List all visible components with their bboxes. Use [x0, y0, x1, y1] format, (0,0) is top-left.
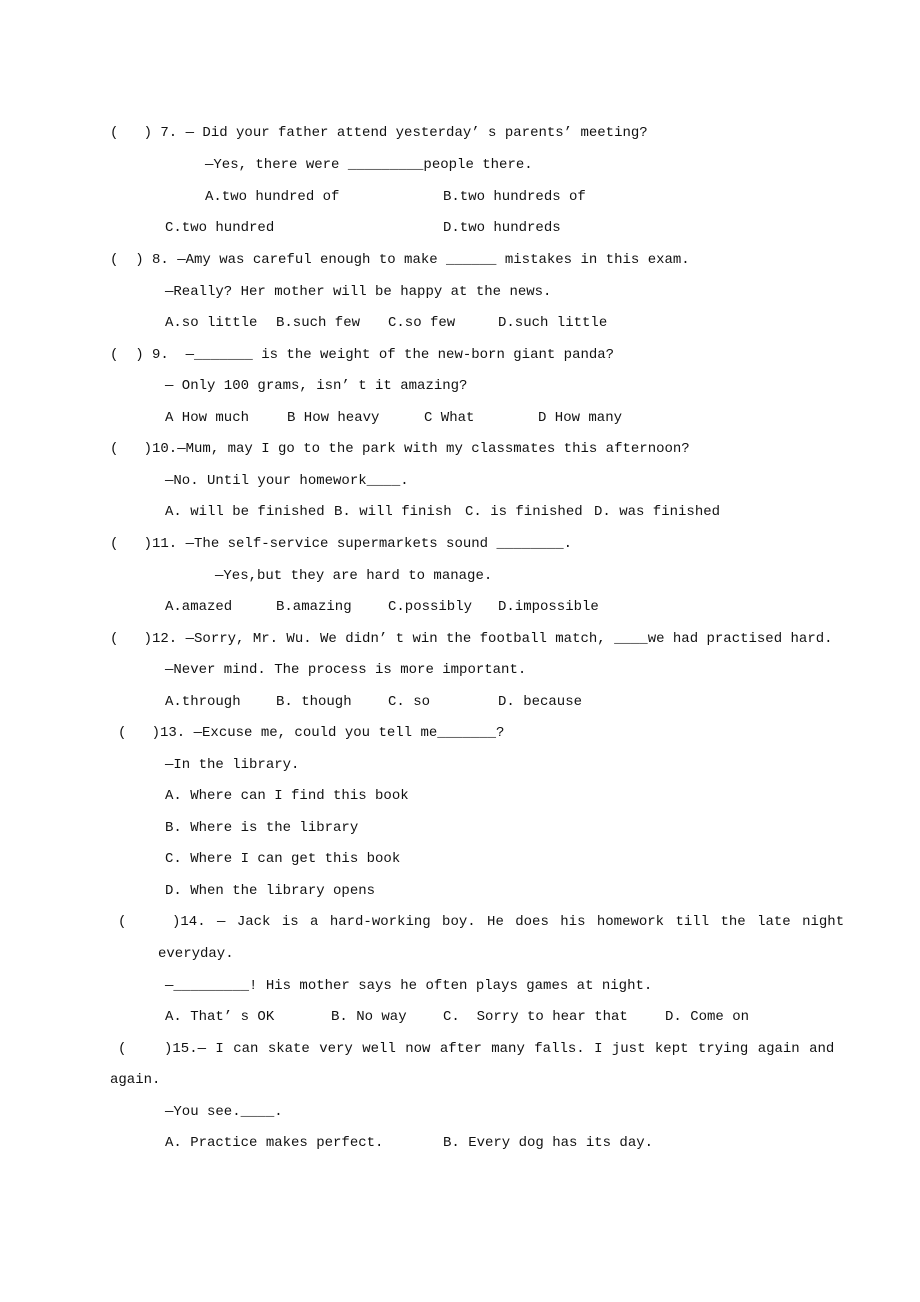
- q11-option-c: C.possibly: [388, 599, 473, 615]
- q14-stem: ( )14. — Jack is a hard-working boy. He …: [118, 914, 845, 930]
- q13-reply: —In the library.: [165, 757, 300, 773]
- q8-stem: ( ) 8. —Amy was careful enough to make _…: [110, 252, 690, 268]
- q10-option-d: D. was finished: [594, 504, 721, 520]
- q12-option-b: B. though: [276, 694, 352, 710]
- q9-reply: — Only 100 grams, isn’ t it amazing?: [165, 378, 468, 394]
- q8-option-c: C.so few: [388, 315, 456, 331]
- q7-option-c: C.two hundred: [165, 220, 275, 236]
- q8-reply: —Really? Her mother will be happy at the…: [165, 284, 552, 300]
- q13-stem: ( )13. —Excuse me, could you tell me____…: [118, 725, 505, 741]
- q7-option-a: A.two hundred of: [205, 189, 340, 205]
- q9-option-d: D How many: [538, 410, 623, 426]
- q11-option-b: B.amazing: [276, 599, 352, 615]
- q12-option-c: C. so: [388, 694, 431, 710]
- q7-stem: ( ) 7. — Did your father attend yesterda…: [110, 125, 648, 141]
- document-page: ( ) 7. — Did your father attend yesterda…: [0, 0, 920, 1302]
- q10-option-b: B. will finish: [334, 504, 452, 520]
- q13-option-c: C. Where I can get this book: [165, 851, 401, 867]
- q14-stem-cont: everyday.: [158, 946, 234, 962]
- q10-option-c: C. is finished: [465, 504, 583, 520]
- q14-reply: —_________! His mother says he often pla…: [165, 978, 653, 994]
- q14-option-d: D. Come on: [665, 1009, 750, 1025]
- q9-option-b: B How heavy: [287, 410, 380, 426]
- q9-option-c: C What: [424, 410, 475, 426]
- q15-stem-cont: again.: [110, 1072, 161, 1088]
- q15-option-a: A. Practice makes perfect.: [165, 1135, 384, 1151]
- q15-option-b: B. Every dog has its day.: [443, 1135, 654, 1151]
- q11-stem: ( )11. —The self-service supermarkets so…: [110, 536, 573, 552]
- q7-option-d: D.two hundreds: [443, 220, 561, 236]
- q13-option-b: B. Where is the library: [165, 820, 359, 836]
- q14-option-c: C. Sorry to hear that: [443, 1009, 628, 1025]
- q8-option-d: D.such little: [498, 315, 608, 331]
- q15-reply: —You see.____.: [165, 1104, 283, 1120]
- q12-stem: ( )12. —Sorry, Mr. Wu. We didn’ t win th…: [110, 631, 833, 647]
- q8-option-a: A.so little: [165, 315, 258, 331]
- q10-reply: —No. Until your homework____.: [165, 473, 409, 489]
- q8-option-b: B.such few: [276, 315, 361, 331]
- q12-option-d: D. because: [498, 694, 583, 710]
- q9-stem: ( ) 9. —_______ is the weight of the new…: [110, 347, 615, 363]
- q11-option-d: D.impossible: [498, 599, 599, 615]
- q11-option-a: A.amazed: [165, 599, 233, 615]
- q13-option-d: D. When the library opens: [165, 883, 376, 899]
- q10-option-a: A. will be finished: [165, 504, 325, 520]
- q10-stem: ( )10.—Mum, may I go to the park with my…: [110, 441, 690, 457]
- q7-option-b: B.two hundreds of: [443, 189, 586, 205]
- q12-option-a: A.through: [165, 694, 241, 710]
- q13-option-a: A. Where can I find this book: [165, 788, 409, 804]
- q9-option-a: A How much: [165, 410, 250, 426]
- q15-stem: ( )15.— I can skate very well now after …: [118, 1041, 835, 1057]
- q7-reply: —Yes, there were _________people there.: [205, 157, 533, 173]
- q14-option-b: B. No way: [331, 1009, 407, 1025]
- q11-reply: —Yes,but they are hard to manage.: [215, 568, 493, 584]
- q14-option-a: A. That’ s OK: [165, 1009, 275, 1025]
- q12-reply: —Never mind. The process is more importa…: [165, 662, 527, 678]
